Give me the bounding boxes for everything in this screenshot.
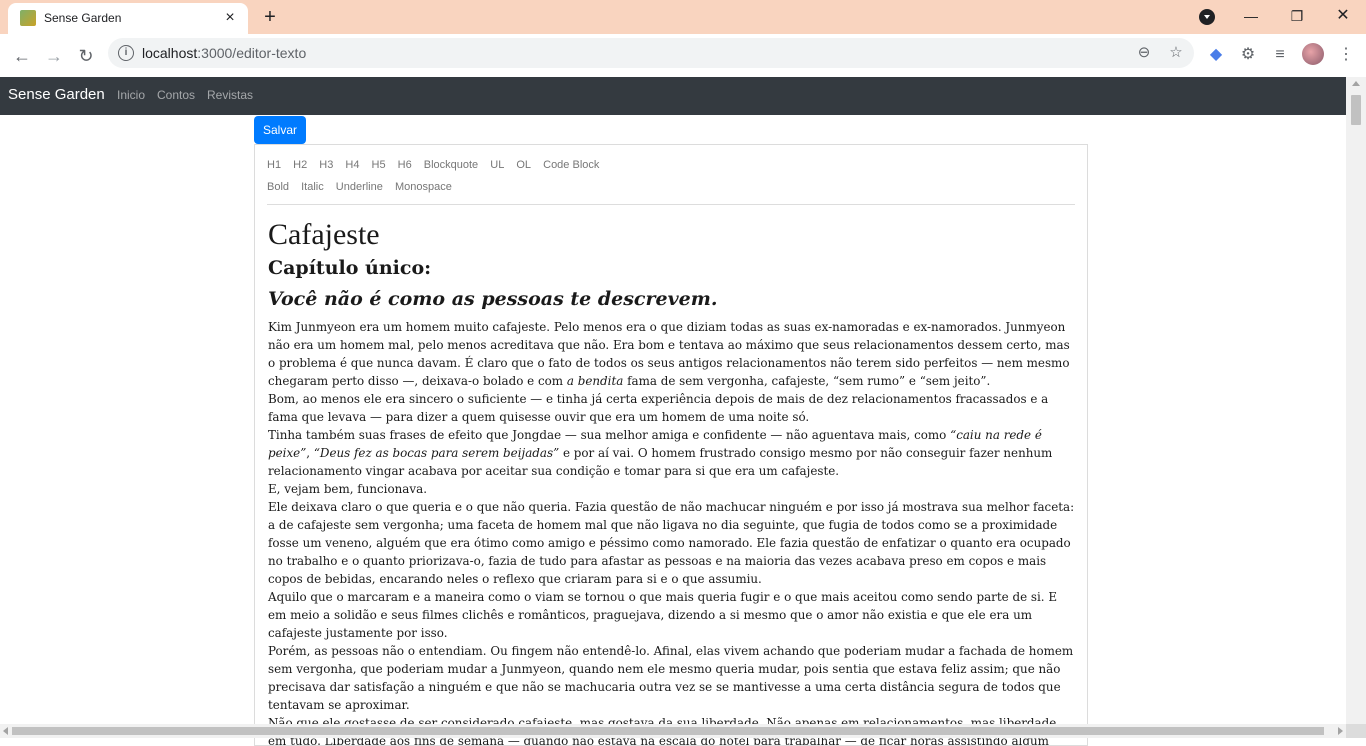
browser-tab[interactable]: Sense Garden × (8, 3, 248, 34)
info-icon[interactable]: i (118, 45, 134, 61)
h6-button[interactable]: H6 (398, 159, 412, 171)
horizontal-scrollbar[interactable] (0, 724, 1346, 738)
scroll-up-icon[interactable] (1352, 81, 1360, 86)
scroll-right-icon[interactable] (1338, 727, 1343, 735)
document-paragraph[interactable]: Kim Junmyeon era um homem muito cafajest… (268, 318, 1076, 390)
favicon-icon (20, 10, 36, 26)
close-window-icon[interactable]: ✕ (1328, 4, 1358, 28)
inline-toolbar: Bold Italic Underline Monospace (267, 181, 461, 193)
document-paragraph[interactable]: E, vejam bem, funcionava. (268, 480, 1076, 498)
tab-close-icon[interactable]: × (220, 8, 240, 28)
zoom-icon[interactable]: ⊖ (1134, 43, 1154, 63)
forward-icon[interactable]: → (40, 42, 68, 70)
new-tab-button[interactable]: + (258, 6, 282, 28)
document-tagline[interactable]: Você não é como as pessoas te descrevem. (268, 284, 1076, 314)
bold-button[interactable]: Bold (267, 181, 289, 193)
document-paragraph[interactable]: Porém, as pessoas não o entendiam. Ou fi… (268, 642, 1076, 714)
document-subtitle[interactable]: Capítulo único: (268, 255, 1076, 281)
nav-link-revistas[interactable]: Revistas (207, 88, 253, 102)
brand-logo[interactable]: Sense Garden (8, 86, 105, 103)
italic-text: “Deus fez as bocas para serem beijadas” (313, 446, 560, 460)
h2-button[interactable]: H2 (293, 159, 307, 171)
extensions-puzzle-icon[interactable]: ⚙ (1238, 44, 1258, 66)
document-paragraph[interactable]: Bom, ao menos ele era sincero o suficien… (268, 390, 1076, 426)
toolbar-divider (267, 204, 1075, 205)
url-host: localhost (142, 45, 198, 61)
document-body[interactable]: Kim Junmyeon era um homem muito cafajest… (268, 318, 1076, 745)
scrollbar-corner (1346, 724, 1366, 738)
vertical-scroll-thumb[interactable] (1351, 95, 1361, 125)
h4-button[interactable]: H4 (345, 159, 359, 171)
save-button[interactable]: Salvar (254, 116, 306, 144)
ol-button[interactable]: OL (516, 159, 531, 171)
document-paragraph[interactable]: Ele deixava claro o que queria e o que n… (268, 498, 1076, 588)
avatar[interactable] (1302, 43, 1324, 65)
ul-button[interactable]: UL (490, 159, 504, 171)
italic-text: a bendita (566, 374, 624, 388)
restore-icon[interactable]: ❐ (1282, 4, 1312, 28)
document-title[interactable]: Cafajeste (268, 217, 1076, 253)
nav-link-inicio[interactable]: Inicio (117, 88, 145, 102)
tab-title: Sense Garden (44, 11, 122, 25)
text-editor: H1 H2 H3 H4 H5 H6 Blockquote UL OL Code … (254, 144, 1088, 746)
vertical-scrollbar[interactable] (1346, 77, 1366, 724)
app-navbar: Sense Garden Inicio Contos Revistas (0, 77, 1346, 115)
scroll-left-icon[interactable] (3, 727, 8, 735)
browser-tabstrip: Sense Garden × + — ❐ ✕ (0, 0, 1366, 34)
blockquote-button[interactable]: Blockquote (424, 159, 478, 171)
document-paragraph[interactable]: Aquilo que o marcaram e a maneira como o… (268, 588, 1076, 642)
monospace-button[interactable]: Monospace (395, 181, 452, 193)
block-toolbar: H1 H2 H3 H4 H5 H6 Blockquote UL OL Code … (267, 159, 608, 171)
code-block-button[interactable]: Code Block (543, 159, 599, 171)
italic-button[interactable]: Italic (301, 181, 324, 193)
tab-search-icon[interactable] (1199, 9, 1215, 25)
nav-link-contos[interactable]: Contos (157, 88, 195, 102)
h3-button[interactable]: H3 (319, 159, 333, 171)
url-text[interactable]: localhost:3000/editor-texto (142, 45, 306, 61)
extension-graduation-icon[interactable]: ◆ (1206, 44, 1226, 66)
minimize-icon[interactable]: — (1236, 4, 1266, 28)
h5-button[interactable]: H5 (372, 159, 386, 171)
address-bar[interactable]: i localhost:3000/editor-texto ⊖ ☆ (108, 38, 1194, 68)
menu-kebab-icon[interactable]: ⋮ (1336, 44, 1356, 66)
document-paragraph[interactable]: Tinha também suas frases de efeito que J… (268, 426, 1076, 480)
back-icon[interactable]: ← (8, 42, 36, 70)
bookmark-star-icon[interactable]: ☆ (1166, 43, 1186, 63)
underline-button[interactable]: Underline (336, 181, 383, 193)
media-control-icon[interactable]: ≡ (1270, 44, 1290, 66)
horizontal-scroll-thumb[interactable] (12, 727, 1324, 735)
reload-icon[interactable]: ↻ (72, 42, 100, 70)
browser-toolbar: ← → ↻ i localhost:3000/editor-texto ⊖ ☆ … (0, 34, 1366, 78)
document-content[interactable]: Cafajeste Capítulo único: Você não é com… (268, 217, 1076, 745)
url-path: :3000/editor-texto (197, 45, 307, 61)
h1-button[interactable]: H1 (267, 159, 281, 171)
